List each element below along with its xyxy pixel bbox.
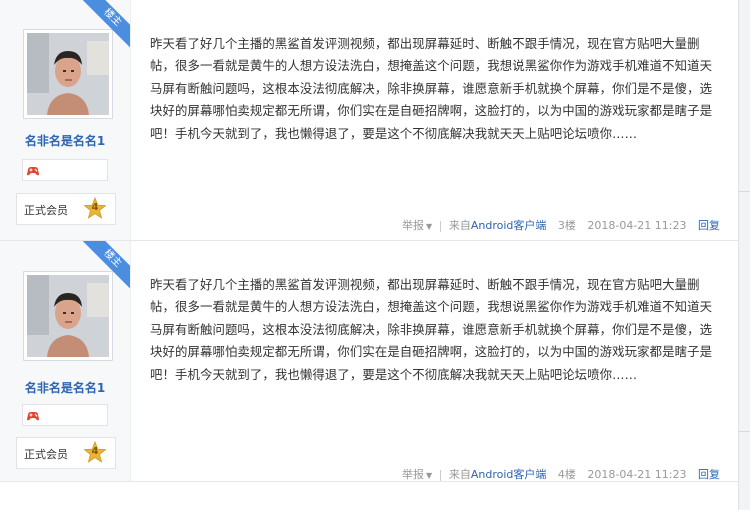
- game-controller-icon: [26, 163, 40, 177]
- post-time: 2018-04-21 11:23: [587, 468, 687, 481]
- game-controller-icon: [26, 408, 40, 422]
- star-level-icon: 4: [83, 196, 107, 221]
- reply-button[interactable]: 回复: [698, 219, 720, 232]
- author-ribbon-icon: 楼主: [80, 241, 130, 291]
- username-link[interactable]: 名非名是名名1: [0, 379, 130, 396]
- post-content: 昨天看了好几个主播的黑鲨首发评测视频，都出现屏幕延时、断触不跟手情况，现在官方贴…: [150, 277, 713, 382]
- floor-number: 3楼: [557, 219, 576, 232]
- page-scroll-strip[interactable]: [738, 0, 750, 510]
- strip-divider: [739, 431, 750, 432]
- report-button[interactable]: 举报 ▼: [402, 219, 432, 232]
- strip-divider: [739, 191, 750, 192]
- user-badge-box: [22, 404, 108, 426]
- member-level-box: 正式会员 4: [16, 193, 116, 225]
- member-label: 正式会员: [24, 204, 68, 217]
- username-link[interactable]: 名非名是名名1: [0, 132, 130, 149]
- author-ribbon-label: 楼主: [82, 0, 130, 48]
- floor-number: 4楼: [557, 468, 576, 481]
- post-time: 2018-04-21 11:23: [587, 219, 687, 232]
- post-floor-3: 名非名是名名1 正式会员 4 楼主 昨天看了好几个主播的黑鲨首发评测视频，都出现…: [0, 0, 738, 241]
- member-level-box: 正式会员 4: [16, 437, 116, 469]
- source-prefix: 来自: [448, 219, 471, 232]
- reply-button[interactable]: 回复: [698, 468, 720, 481]
- post-content: 昨天看了好几个主播的黑鲨首发评测视频，都出现屏幕延时、断触不跟手情况，现在官方贴…: [150, 36, 713, 141]
- user-badge-box: [22, 159, 108, 181]
- author-ribbon-icon: 楼主: [80, 0, 130, 50]
- level-number: 4: [91, 446, 99, 457]
- author-ribbon-label: 楼主: [82, 241, 130, 289]
- post-meta: 举报 ▼ | 来自Android客户端 3楼 2018-04-21 11:23 回…: [401, 219, 720, 232]
- post-floor-4: 名非名是名名1 正式会员 4 楼主 昨天看了好几个主播的黑鲨首发评测视频，都出现…: [0, 241, 738, 482]
- post-meta: 举报 ▼ | 来自Android客户端 4楼 2018-04-21 11:23 回…: [401, 468, 720, 481]
- source-prefix: 来自: [448, 468, 471, 481]
- report-button[interactable]: 举报 ▼: [402, 468, 432, 481]
- star-level-icon: 4: [83, 440, 107, 465]
- source-app-link[interactable]: Android客户端: [471, 468, 547, 481]
- level-number: 4: [91, 202, 99, 213]
- source-app-link[interactable]: Android客户端: [471, 219, 547, 232]
- member-label: 正式会员: [24, 448, 68, 461]
